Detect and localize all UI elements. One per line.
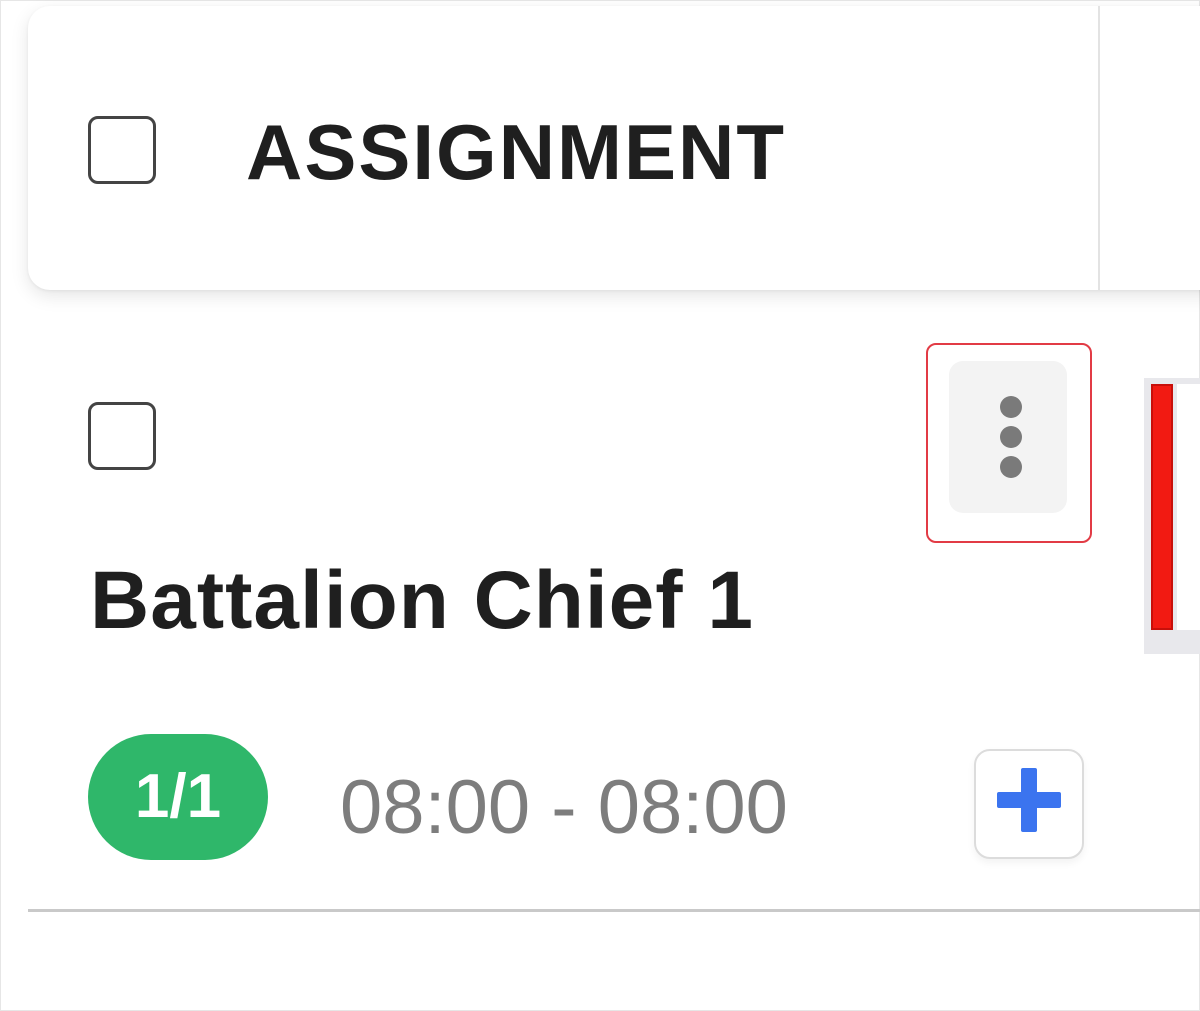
- column-divider: [1098, 6, 1100, 290]
- more-vertical-icon: [1000, 396, 1022, 418]
- status-cell-fill: [1177, 384, 1200, 630]
- row-checkbox[interactable]: [88, 402, 156, 470]
- status-indicator: [1151, 384, 1173, 630]
- more-vertical-icon-dot: [1000, 456, 1022, 478]
- plus-icon-bar: [997, 792, 1061, 808]
- row-divider: [28, 909, 1200, 912]
- shift-time-range: 08:00 - 08:00: [340, 765, 788, 850]
- select-all-checkbox[interactable]: [88, 116, 156, 184]
- assignment-name: Battalion Chief 1: [90, 555, 754, 646]
- staffing-count-badge: 1/1: [88, 734, 268, 860]
- column-header-assignment: ASSIGNMENT: [246, 108, 787, 196]
- more-vertical-icon-dot: [1000, 426, 1022, 448]
